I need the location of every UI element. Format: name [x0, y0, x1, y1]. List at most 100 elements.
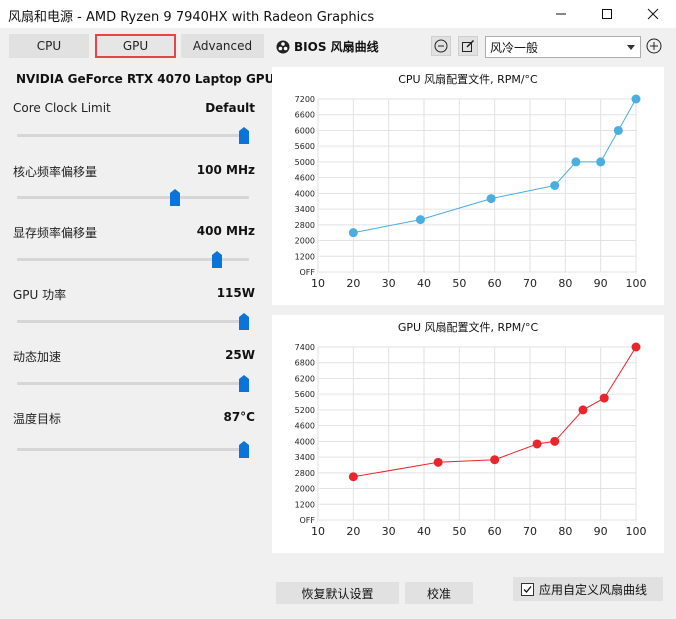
- close-button[interactable]: [630, 0, 676, 28]
- data-point[interactable]: [599, 393, 609, 403]
- y-tick-label: 6800: [295, 359, 315, 368]
- x-tick-label: 50: [452, 277, 466, 290]
- cpu-fan-chart-svg[interactable]: CPU 风扇配置文件, RPM/°C OFF 1200 2000 2800 3400 400…: [272, 67, 664, 305]
- bios-fan-curve-label: BIOS 风扇曲线: [294, 40, 379, 54]
- slider-thumb[interactable]: [239, 127, 249, 144]
- calibrate-button[interactable]: 校准: [405, 582, 473, 604]
- data-point[interactable]: [631, 342, 641, 352]
- data-point[interactable]: [348, 228, 358, 238]
- y-tick-label: 4600: [295, 174, 315, 183]
- reset-defaults-button[interactable]: 恢复默认设置: [276, 582, 399, 604]
- y-tick-label: 4000: [295, 437, 315, 446]
- y-tick-label: 2000: [295, 237, 315, 246]
- gpu-fan-chart-svg[interactable]: GPU 风扇配置文件, RPM/°C OFF 1200 2000 2800 3400 400…: [272, 315, 664, 553]
- y-tick-label: 7200: [295, 95, 315, 104]
- data-point[interactable]: [433, 457, 443, 467]
- data-point[interactable]: [486, 194, 496, 204]
- tab-advanced[interactable]: Advanced: [181, 34, 264, 58]
- slider-thumb[interactable]: [239, 441, 249, 458]
- minus-circle-icon: [434, 39, 448, 53]
- slider-thumb[interactable]: [212, 251, 223, 268]
- slider-row-gpu-power: GPU 功率 115W: [13, 286, 256, 302]
- chevron-down-icon: [627, 45, 635, 50]
- x-tick-label: 40: [417, 277, 431, 290]
- slider-label: 动态加速: [13, 350, 62, 364]
- y-tick-label: 1200: [295, 252, 315, 261]
- slider-core-offset[interactable]: [17, 196, 249, 199]
- tab-cpu-label: CPU: [36, 39, 62, 53]
- x-tick-label: 70: [523, 525, 537, 538]
- data-point[interactable]: [550, 436, 560, 446]
- slider-row-core-clock: Core Clock Limit Default: [13, 101, 256, 117]
- slider-gpu-power[interactable]: [17, 320, 249, 323]
- data-point[interactable]: [550, 181, 560, 190]
- data-point[interactable]: [571, 157, 581, 167]
- slider-row-dynamic-boost: 动态加速 25W: [13, 348, 256, 364]
- slider-thumb[interactable]: [239, 375, 249, 392]
- chart-title: GPU 风扇配置文件, RPM/°C: [398, 320, 539, 334]
- title-bar: 风扇和电源 - AMD Ryzen 9 7940HX with Radeon G…: [0, 0, 676, 28]
- data-point[interactable]: [348, 472, 358, 482]
- y-tick-label: 5600: [295, 142, 315, 151]
- y-tick-label: 2800: [295, 469, 315, 478]
- data-point[interactable]: [578, 405, 588, 415]
- apply-custom-curve-checkbox[interactable]: 应用自定义风扇曲线: [513, 577, 663, 601]
- y-tick-label: 6200: [295, 374, 315, 383]
- tab-cpu[interactable]: CPU: [9, 34, 89, 58]
- remove-profile-button[interactable]: [431, 36, 451, 56]
- y-tick-label: 6000: [295, 126, 315, 135]
- y-tick-label: 5200: [295, 406, 315, 415]
- maximize-button[interactable]: [584, 0, 630, 28]
- y-tick-label: OFF: [300, 516, 316, 525]
- data-point[interactable]: [490, 455, 500, 465]
- close-icon: [647, 8, 659, 20]
- slider-temp-target[interactable]: [17, 448, 249, 451]
- gpu-header: NVIDIA GeForce RTX 4070 Laptop GPU: [11, 70, 274, 88]
- slider-value: 400 MHz: [196, 224, 255, 238]
- checkbox-box[interactable]: [521, 582, 534, 596]
- slider-value: 87°C: [223, 410, 255, 424]
- data-point[interactable]: [532, 439, 542, 449]
- data-point[interactable]: [596, 157, 606, 167]
- gpu-name: NVIDIA GeForce RTX 4070 Laptop GPU: [16, 72, 275, 86]
- x-tick-label: 90: [594, 525, 608, 538]
- app-window: 风扇和电源 - AMD Ryzen 9 7940HX with Radeon G…: [0, 0, 676, 619]
- data-point[interactable]: [613, 125, 623, 135]
- y-tick-label: 6600: [295, 111, 315, 120]
- slider-thumb[interactable]: [239, 313, 249, 330]
- edit-profile-button[interactable]: [458, 36, 478, 56]
- x-tick-label: 60: [488, 525, 502, 538]
- gpu-fan-chart: GPU 风扇配置文件, RPM/°C OFF 1200 2000 2800 3400 400…: [272, 315, 664, 553]
- y-tick-label: 4000: [295, 189, 315, 198]
- fan-mode-select[interactable]: 风冷一般: [485, 36, 641, 58]
- y-tick-label: 7400: [295, 343, 315, 352]
- x-tick-label: 40: [417, 525, 431, 538]
- x-tick-label: 90: [594, 277, 608, 290]
- checkmark-icon: [523, 585, 532, 593]
- data-point[interactable]: [631, 94, 641, 104]
- x-tick-label: 30: [382, 525, 396, 538]
- tab-gpu[interactable]: GPU: [95, 34, 176, 58]
- tab-advanced-label: Advanced: [192, 39, 253, 53]
- add-profile-button[interactable]: [645, 37, 663, 55]
- fan-icon: [276, 40, 290, 53]
- x-tick-label: 10: [311, 525, 325, 538]
- fan-mode-value: 风冷一般: [490, 40, 539, 55]
- bios-fan-curve-header: BIOS 风扇曲线: [276, 38, 379, 55]
- slider-dynamic-boost[interactable]: [17, 382, 249, 385]
- data-point[interactable]: [415, 215, 425, 225]
- y-tick-label: 5000: [295, 158, 315, 167]
- slider-core-clock[interactable]: [17, 134, 249, 137]
- minimize-button[interactable]: [538, 0, 584, 28]
- x-tick-label: 100: [626, 277, 647, 290]
- slider-label: 显存频率偏移量: [13, 226, 98, 240]
- reset-defaults-label: 恢复默认设置: [301, 586, 374, 601]
- slider-label: Core Clock Limit: [13, 101, 111, 115]
- apply-custom-curve-label: 应用自定义风扇曲线: [539, 582, 648, 597]
- cpu-fan-chart: CPU 风扇配置文件, RPM/°C OFF 1200 2000 2800 3400 400…: [272, 67, 664, 305]
- calibrate-label: 校准: [426, 586, 451, 601]
- x-tick-label: 10: [311, 277, 325, 290]
- slider-thumb[interactable]: [170, 189, 181, 206]
- y-tick-label: 5600: [295, 390, 315, 399]
- edit-icon: [462, 39, 475, 52]
